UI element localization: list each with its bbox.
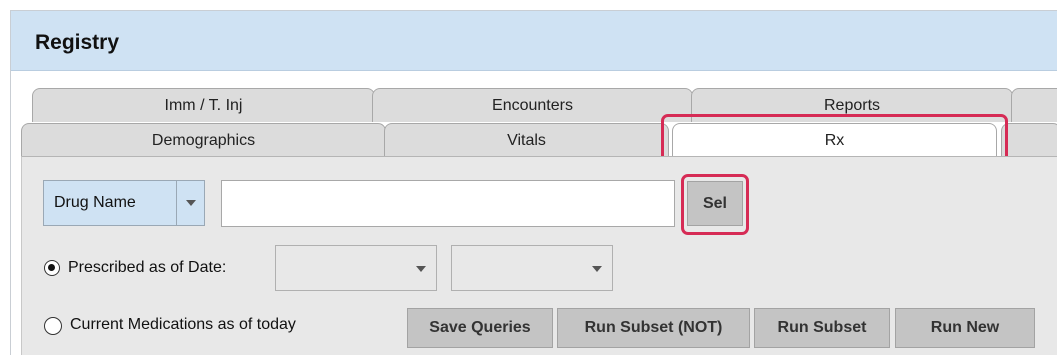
date-select-1[interactable] <box>275 245 437 291</box>
run-subset-not-button[interactable]: Run Subset (NOT) <box>557 308 750 348</box>
date-select-2[interactable] <box>451 245 613 291</box>
tab-demographics[interactable]: Demographics <box>21 123 386 157</box>
run-new-button[interactable]: Run New <box>895 308 1035 348</box>
run-subset-button[interactable]: Run Subset <box>754 308 890 348</box>
window-title: Registry <box>35 31 120 54</box>
prescribed-date-label: Prescribed as of Date: <box>68 259 227 276</box>
radio-selected-dot <box>48 264 55 271</box>
drug-name-input[interactable] <box>221 180 675 227</box>
tab-row2-overflow[interactable] <box>1001 123 1057 157</box>
title-bar: Registry <box>11 11 1057 71</box>
sel-button-highlight <box>681 174 749 235</box>
chevron-down-icon <box>592 266 602 272</box>
tab-vitals[interactable]: Vitals <box>384 123 669 157</box>
prescribed-date-radio[interactable] <box>44 260 60 276</box>
chevron-down-icon <box>416 266 426 272</box>
current-medications-label: Current Medications as of today <box>70 316 296 333</box>
tab-imm-t-inj[interactable]: Imm / T. Inj <box>32 88 375 122</box>
registry-window: Registry Imm / T. Inj Encounters Reports… <box>10 10 1057 355</box>
drug-name-dropdown-label: Drug Name <box>54 194 136 211</box>
tab-overflow[interactable] <box>1011 88 1057 122</box>
tab-encounters[interactable]: Encounters <box>372 88 693 122</box>
dropdown-arrow-box <box>176 181 204 225</box>
current-medications-radio[interactable] <box>44 317 62 335</box>
save-queries-button[interactable]: Save Queries <box>407 308 553 348</box>
drug-name-dropdown[interactable]: Drug Name <box>43 180 205 226</box>
chevron-down-icon <box>186 200 196 206</box>
